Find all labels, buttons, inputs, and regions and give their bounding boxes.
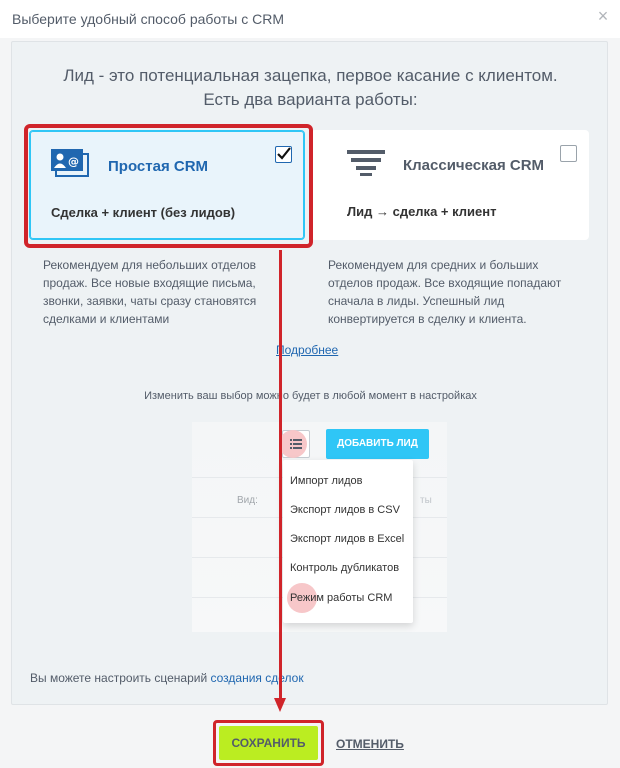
option-description-classic: Рекомендуем для средних и больших отдело… <box>328 258 562 326</box>
change-note: Изменить ваш выбор можно будет в любой м… <box>144 390 477 402</box>
preview-column-hint: ты <box>420 495 432 506</box>
preview-dropdown-menu: Импорт лидов Экспорт лидов в CSV Экспорт… <box>283 460 413 623</box>
arrow-head-icon <box>274 698 286 712</box>
option-subtitle: Сделка + клиент (без лидов) <box>51 205 236 220</box>
option-simple-crm[interactable]: @ Простая CRM Сделка + клиент (без лидов… <box>29 130 305 240</box>
menu-button[interactable] <box>279 430 310 458</box>
menu-item-export-csv[interactable]: Экспорт лидов в CSV <box>290 504 400 516</box>
annotation-arrow <box>279 250 282 702</box>
preview-view-label: Вид: <box>237 495 258 506</box>
create-deals-link[interactable]: создания сделок <box>210 671 303 685</box>
intro-line-1: Лид - это потенциальная зацепка, первое … <box>63 66 558 85</box>
option-title: Классическая CRM <box>403 157 545 174</box>
svg-text:@: @ <box>68 155 79 168</box>
checkbox-unchecked[interactable] <box>560 145 577 162</box>
option-title: Простая CRM <box>108 158 209 175</box>
menu-item-import[interactable]: Импорт лидов <box>290 475 362 487</box>
cancel-button[interactable]: ОТМЕНИТЬ <box>336 737 404 751</box>
save-button[interactable]: СОХРАНИТЬ <box>219 726 318 760</box>
intro-text: Лид - это потенциальная зацепка, первое … <box>12 64 609 112</box>
option-classic-crm[interactable]: Классическая CRM Лид → сделка + клиент <box>311 130 589 240</box>
contact-card-icon: @ <box>51 149 89 177</box>
funnel-icon <box>347 150 385 176</box>
main-panel: Лид - это потенциальная зацепка, первое … <box>11 41 608 705</box>
close-icon[interactable]: × <box>594 7 612 25</box>
add-lead-button[interactable]: ДОБАВИТЬ ЛИД <box>326 429 429 459</box>
footer-note-text: Вы можете настроить сценарий <box>30 671 211 685</box>
option-subtitle: Лид → сделка + клиент <box>347 204 497 219</box>
footer-note: Вы можете настроить сценарий создания сд… <box>30 671 304 685</box>
dialog-header: Выберите удобный способ работы с CRM × <box>0 0 620 38</box>
menu-item-crm-mode[interactable]: Режим работы CRM <box>290 592 392 604</box>
list-icon <box>290 439 302 449</box>
checkmark-icon <box>277 147 291 160</box>
menu-item-export-excel[interactable]: Экспорт лидов в Excel <box>290 533 404 545</box>
option-description-simple: Рекомендуем для небольших отделов продаж… <box>43 258 257 326</box>
checkbox-checked[interactable] <box>275 146 292 163</box>
intro-line-2: Есть два варианта работы: <box>203 90 418 109</box>
more-info-link[interactable]: Подробнее <box>276 343 338 357</box>
menu-item-duplicates[interactable]: Контроль дубликатов <box>290 562 399 574</box>
dialog-title: Выберите удобный способ работы с CRM <box>12 11 285 27</box>
